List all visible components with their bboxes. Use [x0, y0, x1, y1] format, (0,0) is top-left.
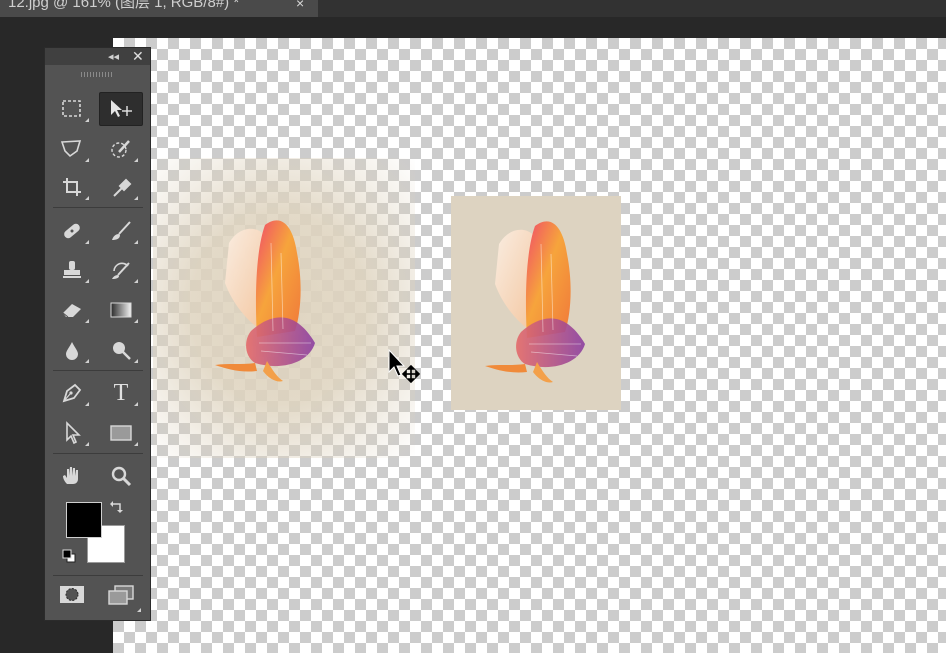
arrow-icon [66, 421, 81, 445]
butterfly-layer-copy [451, 196, 621, 410]
pen-icon [62, 383, 82, 403]
eyedropper-icon [113, 178, 132, 197]
document-tab[interactable]: 12.jpg @ 161% (图层 1, RGB/8#) * × [0, 0, 318, 17]
rectangle-tool[interactable] [99, 416, 143, 450]
history-brush-tool[interactable] [99, 253, 143, 287]
document-tab-title: 12.jpg @ 161% (图层 1, RGB/8#) * [8, 0, 240, 11]
pen-tool[interactable] [50, 376, 94, 410]
move-cursor-icon [388, 348, 421, 384]
marquee-icon [62, 100, 81, 117]
quick-selection-icon [111, 140, 130, 158]
quick-mask-icon[interactable] [59, 584, 85, 606]
spot-healing-brush-tool[interactable] [50, 214, 94, 248]
drop-icon [66, 342, 78, 360]
stamp-icon [63, 261, 81, 278]
blur-tool[interactable] [50, 333, 94, 367]
foreground-color-swatch[interactable] [66, 502, 102, 538]
close-panel-icon[interactable]: ✕ [132, 48, 144, 65]
bandage-icon [64, 223, 80, 239]
brush-icon [112, 221, 131, 240]
default-colors-icon[interactable] [62, 549, 76, 563]
brush-tool[interactable] [99, 214, 143, 248]
quick-selection-tool[interactable] [99, 132, 143, 166]
hand-icon [63, 467, 78, 484]
panel-grip[interactable] [81, 72, 113, 77]
type-tool[interactable]: T [99, 376, 143, 410]
move-icon [111, 100, 132, 117]
dodge-icon [113, 342, 131, 360]
collapse-panel-icon[interactable]: ◂◂ [108, 50, 119, 63]
lasso-icon [60, 140, 82, 158]
gradient-icon [110, 302, 132, 318]
eraser-tool[interactable] [50, 293, 94, 327]
eyedropper-tool[interactable] [99, 170, 143, 204]
eraser-icon [62, 304, 81, 318]
gradient-tool[interactable] [99, 293, 143, 327]
tools-panel-header: ◂◂ ✕ [45, 48, 150, 65]
polygonal-lasso-tool[interactable] [50, 132, 94, 166]
clone-stamp-tool[interactable] [50, 253, 94, 287]
butterfly-wing-image [485, 221, 585, 383]
feathered-butterfly-layer [153, 158, 415, 458]
crop-icon [63, 178, 81, 196]
path-selection-tool[interactable] [50, 416, 94, 450]
move-tool[interactable] [99, 92, 143, 126]
swap-colors-icon[interactable] [109, 499, 125, 515]
tools-panel: ◂◂ ✕ T [44, 47, 151, 621]
butterfly-wing-image [215, 220, 315, 382]
crop-tool[interactable] [50, 170, 94, 204]
rectangular-marquee-tool[interactable] [50, 92, 94, 126]
close-tab-icon[interactable]: × [296, 0, 304, 12]
history-brush-icon [112, 262, 130, 279]
zoom-tool[interactable] [99, 459, 143, 493]
hand-tool[interactable] [50, 459, 94, 493]
screen-mode-icon[interactable] [107, 584, 135, 606]
dodge-tool[interactable] [99, 333, 143, 367]
document-canvas[interactable] [113, 38, 946, 653]
document-tab-bar: 12.jpg @ 161% (图层 1, RGB/8#) * × [0, 0, 946, 17]
type-icon: T [113, 379, 129, 406]
rectangle-icon [110, 425, 132, 441]
options-strip [0, 17, 946, 38]
zoom-icon [111, 466, 132, 487]
